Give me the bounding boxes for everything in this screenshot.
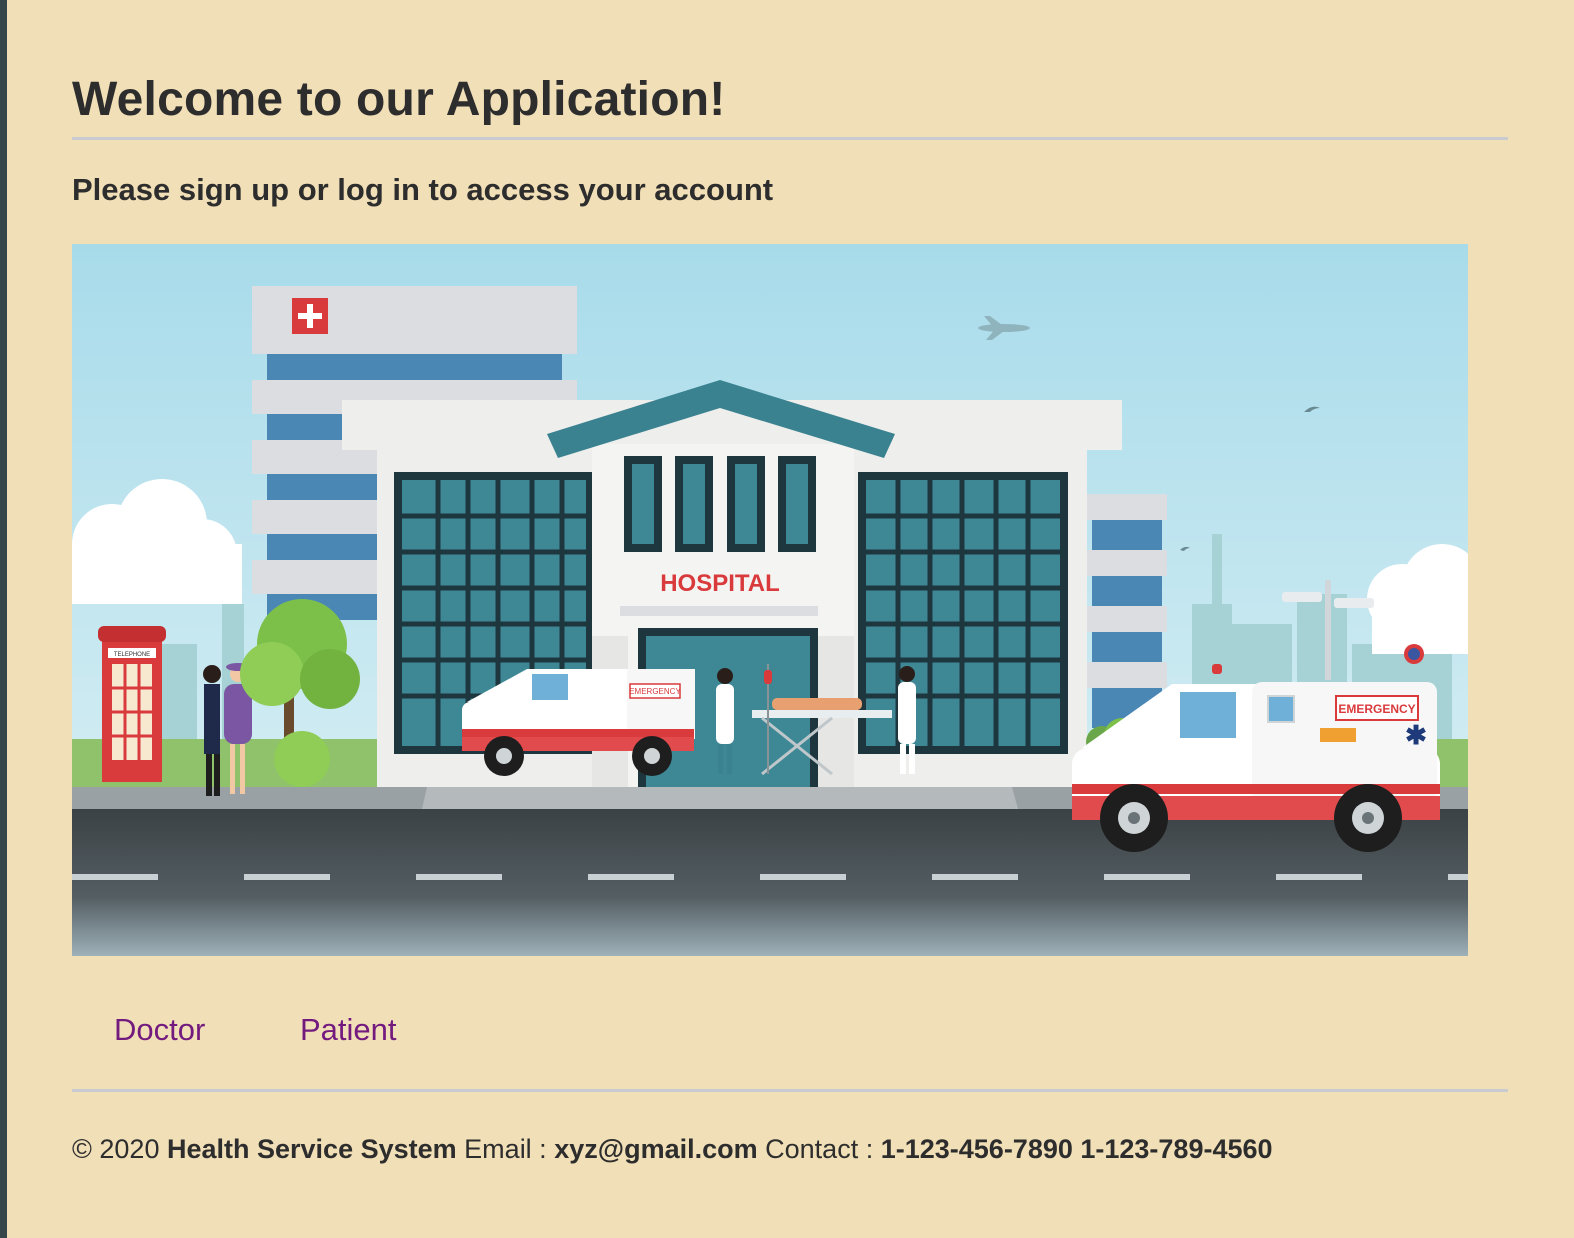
- footer-divider: [72, 1089, 1508, 1092]
- left-edge-bar: [0, 0, 7, 1238]
- site-footer: © 2020 Health Service System Email : xyz…: [72, 1134, 1273, 1165]
- hospital-sign: HOSPITAL: [660, 570, 780, 597]
- patient-link[interactable]: Patient: [300, 1012, 397, 1048]
- svg-text:EMERGENCY: EMERGENCY: [629, 687, 681, 696]
- footer-phones: 1-123-456-7890 1-123-789-4560: [880, 1134, 1273, 1164]
- footer-email: xyz@gmail.com: [554, 1134, 758, 1164]
- doctor-link[interactable]: Doctor: [114, 1012, 205, 1048]
- footer-brand: Health Service System: [166, 1134, 457, 1164]
- footer-copyright: © 2020: [72, 1134, 160, 1164]
- top-divider: [72, 137, 1508, 140]
- svg-text:EMERGENCY: EMERGENCY: [1338, 702, 1415, 716]
- hospital-illustration: HOSPITAL TELEPHONE EMERGENCY EMERGENCY ✱: [72, 244, 1468, 956]
- page-title: Welcome to our Application!: [72, 73, 726, 126]
- footer-contact-label: Contact :: [765, 1134, 874, 1164]
- footer-email-label: Email :: [464, 1134, 547, 1164]
- svg-text:✱: ✱: [1405, 720, 1427, 750]
- page-subtitle: Please sign up or log in to access your …: [72, 172, 774, 207]
- svg-text:TELEPHONE: TELEPHONE: [114, 652, 150, 658]
